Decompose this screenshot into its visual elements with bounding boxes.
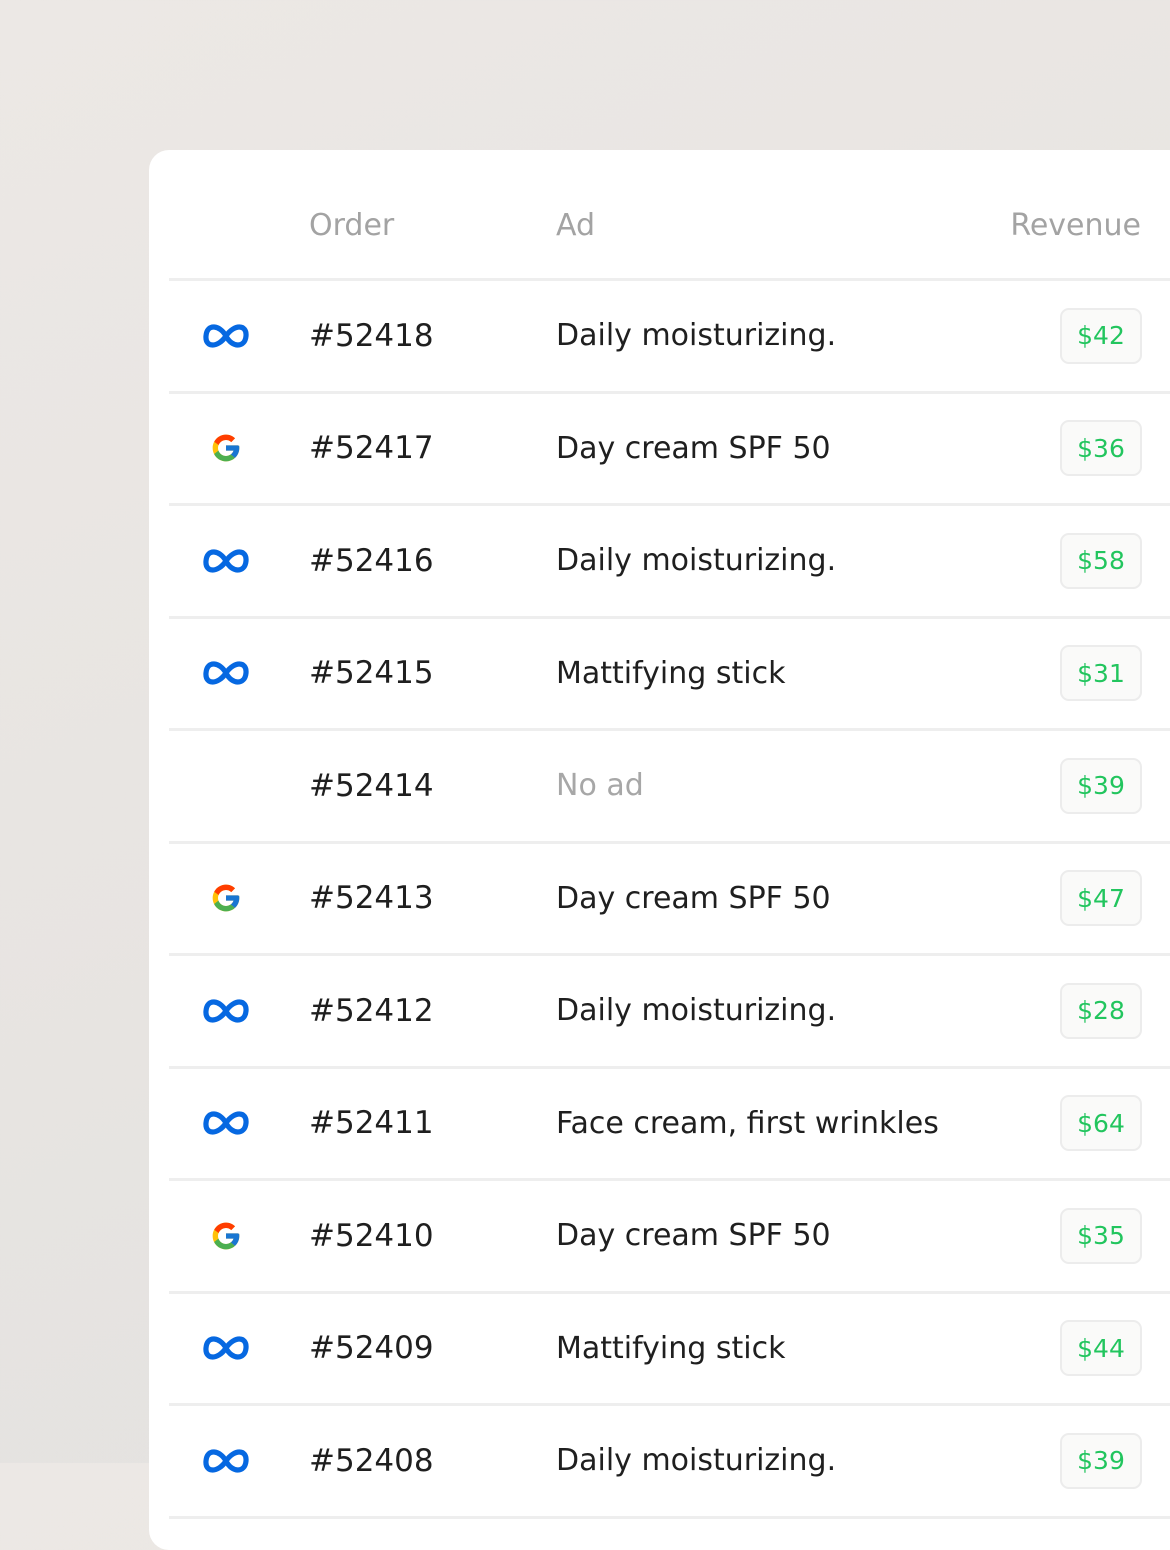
order-id: #52417	[309, 430, 434, 466]
source-cell	[202, 956, 250, 1065]
ad-name: No ad	[556, 768, 644, 803]
revenue-cell: $28	[1060, 956, 1142, 1065]
meta-icon	[203, 661, 249, 685]
ad-name: Mattifying stick	[556, 655, 786, 691]
source-cell	[202, 394, 250, 503]
orders-table: Order Ad Revenue #52418 Daily moisturizin…	[169, 150, 1170, 1519]
order-id: #52416	[309, 542, 434, 579]
revenue-badge: $58	[1060, 532, 1142, 589]
order-id: #52415	[309, 655, 434, 691]
table-row[interactable]: #52415 Mattifying stick $31	[169, 619, 1170, 731]
google-icon	[212, 1222, 240, 1249]
source-cell	[202, 844, 250, 953]
meta-icon	[203, 1111, 249, 1135]
revenue-cell: $47	[1060, 844, 1142, 953]
table-header: Order Ad Revenue	[169, 150, 1170, 281]
ad-name: Face cream, first wrinkles	[556, 1105, 939, 1141]
table-row[interactable]: #52418 Daily moisturizing. $42	[169, 281, 1170, 394]
source-cell	[202, 731, 250, 840]
ad-name: Daily moisturizing.	[556, 543, 837, 578]
revenue-badge: $39	[1060, 1432, 1142, 1489]
revenue-cell: $42	[1060, 281, 1142, 390]
google-icon	[212, 884, 240, 912]
table-body: #52418 Daily moisturizing. $42 #52417 Day cr…	[169, 281, 1170, 1519]
revenue-badge: $36	[1060, 420, 1142, 476]
table-row[interactable]: #52408 Daily moisturizing. $39	[169, 1406, 1170, 1519]
ad-name: Day cream SPF 50	[556, 430, 831, 466]
source-cell	[202, 1069, 250, 1178]
revenue-cell: $39	[1060, 1406, 1142, 1515]
table-row[interactable]: #52417 Day cream SPF 50 $36	[169, 394, 1170, 506]
ad-name: Mattifying stick	[556, 1330, 786, 1366]
meta-icon	[203, 548, 249, 573]
order-id: #52414	[309, 767, 434, 804]
revenue-cell: $36	[1060, 394, 1142, 503]
orders-card: Order Ad Revenue #52418 Daily moisturizin…	[149, 150, 1170, 1550]
order-id: #52412	[309, 992, 434, 1029]
revenue-cell: $31	[1060, 619, 1142, 728]
header-revenue: Revenue	[1010, 208, 1141, 243]
revenue-badge: $42	[1060, 307, 1142, 364]
order-id: #52418	[309, 317, 434, 354]
revenue-cell: $39	[1060, 731, 1142, 840]
ad-name: Daily moisturizing.	[556, 318, 837, 353]
revenue-cell: $44	[1060, 1294, 1142, 1403]
revenue-cell: $58	[1060, 506, 1142, 615]
table-row[interactable]: #52409 Mattifying stick $44	[169, 1294, 1170, 1406]
revenue-badge: $28	[1060, 982, 1142, 1039]
order-id: #52411	[309, 1105, 434, 1141]
meta-icon	[203, 1336, 249, 1360]
ad-name: Daily moisturizing.	[556, 993, 837, 1028]
meta-icon	[203, 323, 249, 348]
ad-name: Daily moisturizing.	[556, 1443, 837, 1478]
source-cell	[202, 1181, 250, 1290]
source-cell	[202, 619, 250, 728]
revenue-badge: $31	[1060, 645, 1142, 701]
ad-name: Day cream SPF 50	[556, 1218, 831, 1253]
meta-icon	[203, 1448, 249, 1473]
revenue-badge: $39	[1060, 757, 1142, 814]
source-cell	[202, 281, 250, 390]
table-row[interactable]: #52416 Daily moisturizing. $58	[169, 506, 1170, 619]
table-row[interactable]: #52414 No ad $39	[169, 731, 1170, 844]
order-id: #52410	[309, 1217, 434, 1254]
order-id: #52413	[309, 880, 434, 916]
source-cell	[202, 1406, 250, 1515]
header-order: Order	[309, 208, 395, 243]
source-cell	[202, 1294, 250, 1403]
table-row[interactable]: #52412 Daily moisturizing. $28	[169, 956, 1170, 1069]
revenue-badge: $35	[1060, 1207, 1142, 1264]
table-row[interactable]: #52410 Day cream SPF 50 $35	[169, 1181, 1170, 1294]
meta-icon	[203, 998, 249, 1023]
revenue-badge: $44	[1060, 1320, 1142, 1376]
revenue-cell: $64	[1060, 1069, 1142, 1178]
ad-name: Day cream SPF 50	[556, 880, 831, 916]
order-id: #52409	[309, 1330, 434, 1366]
revenue-badge: $47	[1060, 870, 1142, 926]
table-row[interactable]: #52413 Day cream SPF 50 $47	[169, 844, 1170, 956]
source-cell	[202, 506, 250, 615]
header-ad: Ad	[556, 208, 596, 243]
revenue-badge: $64	[1060, 1095, 1142, 1151]
order-id: #52408	[309, 1442, 434, 1479]
revenue-cell: $35	[1060, 1181, 1142, 1290]
google-icon	[212, 434, 240, 462]
table-row[interactable]: #52411 Face cream, first wrinkles $64	[169, 1069, 1170, 1181]
